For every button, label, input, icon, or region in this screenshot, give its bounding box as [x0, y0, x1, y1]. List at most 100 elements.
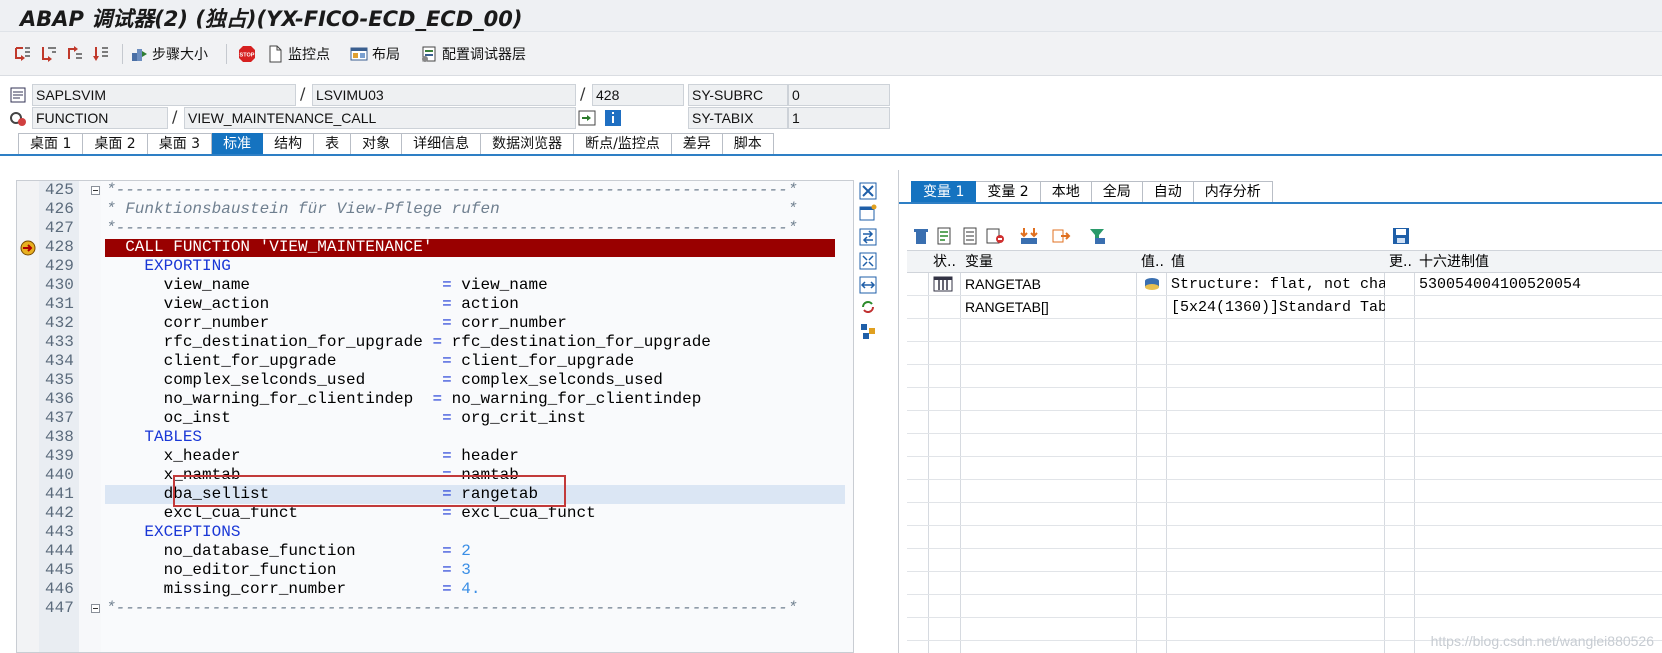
tab-main[interactable]: 断点/监控点 [574, 133, 672, 155]
step-into-button[interactable] [14, 41, 32, 67]
line-number: 446 [45, 580, 74, 598]
code-line[interactable]: 428 CALL FUNCTION 'VIEW_MAINTENANCE' [17, 238, 853, 257]
tab-main[interactable]: 标准 [212, 133, 264, 155]
layout-button[interactable]: 布局 [350, 41, 400, 67]
config-layers-button[interactable]: 配置调试器层 [420, 41, 526, 67]
variables-panel: 变量 1 变量 2 本地 全局 自动 内存分析 状.. 变量 值.. 值 更.. 十六进制… [898, 170, 1662, 653]
change-column-header[interactable]: 更.. [1385, 251, 1415, 273]
hex-column-header[interactable]: 十六进制值 [1415, 251, 1662, 273]
code-line[interactable]: 445 no_editor_function = 3 [17, 561, 853, 580]
settings-icon[interactable] [859, 322, 877, 340]
continue-button[interactable] [92, 41, 110, 67]
variable-column-header[interactable]: 变量 [961, 251, 1137, 273]
watchpoint-button[interactable]: 监控点 [266, 41, 330, 67]
value-column-header[interactable]: 值 [1167, 251, 1385, 273]
tab-main[interactable]: 结构 [263, 133, 315, 155]
code-line[interactable]: 425 *------------------------------------… [17, 181, 853, 200]
tab-variables[interactable]: 变量 1 [911, 181, 977, 203]
goto-source-icon[interactable] [578, 109, 596, 127]
filter-icon[interactable] [1087, 226, 1107, 246]
tab-variables[interactable]: 变量 2 [976, 181, 1041, 203]
code-line[interactable]: 437 oc_inst = org_crit_inst [17, 409, 853, 428]
line-number: 438 [45, 428, 74, 446]
details-icon[interactable] [961, 226, 981, 246]
tab-variables[interactable]: 全局 [1091, 181, 1143, 203]
config-layers-icon [420, 45, 438, 63]
tab-main[interactable]: 详细信息 [402, 133, 482, 155]
tab-main[interactable]: 表 [314, 133, 352, 155]
fold-toggle[interactable] [91, 186, 100, 195]
empty-row[interactable] [907, 549, 1662, 572]
delete-icon[interactable] [911, 226, 931, 246]
code-line[interactable]: 426 * Funktionsbaustein für View-Pflege r… [17, 200, 853, 219]
status-column-header[interactable]: 状.. [929, 251, 961, 273]
code-line[interactable]: 438 TABLES [17, 428, 853, 447]
close-pane-icon[interactable] [859, 182, 877, 200]
code-line[interactable]: 435 complex_selconds_used = complex_selc… [17, 371, 853, 390]
code-line[interactable]: 439 x_header = header [17, 447, 853, 466]
code-line[interactable]: 430 view_name = view_name [17, 276, 853, 295]
insert-icon[interactable] [935, 226, 955, 246]
maximize-icon[interactable] [859, 252, 877, 270]
empty-row[interactable] [907, 526, 1662, 549]
tab-main[interactable]: 对象 [351, 133, 403, 155]
fold-toggle[interactable] [91, 604, 100, 613]
empty-row[interactable] [907, 319, 1662, 342]
code-line[interactable]: 444 no_database_function = 2 [17, 542, 853, 561]
code-line[interactable]: 436 no_warning_for_clientindep = no_warn… [17, 390, 853, 409]
tab-main[interactable]: 桌面 2 [83, 133, 148, 155]
line-number: 441 [45, 485, 74, 503]
save-icon[interactable] [1391, 226, 1411, 246]
code-line[interactable]: 443 EXCEPTIONS [17, 523, 853, 542]
tab-main[interactable]: 差异 [671, 133, 723, 155]
step-return-button[interactable] [66, 41, 84, 67]
resize-horizontal-icon[interactable] [859, 276, 877, 294]
code-text: *---------------------------------------… [106, 599, 798, 617]
line-number: 428 [45, 238, 74, 256]
tab-main[interactable]: 桌面 1 [18, 133, 84, 155]
empty-row[interactable] [907, 480, 1662, 503]
code-text: no_editor_function = 3 [106, 561, 471, 579]
tab-main[interactable]: 数据浏览器 [481, 133, 575, 155]
code-text: EXPORTING [106, 257, 231, 275]
empty-row[interactable] [907, 595, 1662, 618]
code-line[interactable]: 432 corr_number = corr_number [17, 314, 853, 333]
source-editor[interactable]: 425 *------------------------------------… [16, 180, 854, 653]
tab-main[interactable]: 桌面 3 [147, 133, 213, 155]
code-line[interactable]: 433 rfc_destination_for_upgrade = rfc_de… [17, 333, 853, 352]
swap-pane-icon[interactable] [859, 228, 877, 246]
code-line[interactable]: 446 missing_corr_number = 4. [17, 580, 853, 599]
new-window-icon[interactable] [859, 204, 877, 222]
info-icon[interactable] [604, 109, 622, 127]
empty-row[interactable] [907, 434, 1662, 457]
code-line[interactable]: 447 *------------------------------------… [17, 599, 853, 618]
tab-variables[interactable]: 本地 [1040, 181, 1092, 203]
variables-grid[interactable]: 状.. 变量 值.. 值 更.. 十六进制值 RANGETAB Structur… [907, 250, 1662, 653]
code-line[interactable]: 429 EXPORTING [17, 257, 853, 276]
empty-row[interactable] [907, 572, 1662, 595]
code-line[interactable]: 427 *------------------------------------… [17, 219, 853, 238]
empty-row[interactable] [907, 503, 1662, 526]
value-short-column-header[interactable]: 值.. [1137, 251, 1167, 273]
export-icon[interactable] [1051, 226, 1071, 246]
stop-icon: STOP [238, 45, 256, 63]
step-over-button[interactable] [40, 41, 58, 67]
variable-value: [5x24(1360)]Standard Tab… [1171, 299, 1385, 316]
path-separator: / [580, 84, 586, 103]
tab-variables[interactable]: 内存分析 [1193, 181, 1273, 203]
empty-row[interactable] [907, 457, 1662, 480]
empty-row[interactable] [907, 411, 1662, 434]
step-size-button[interactable]: 步骤大小 [130, 41, 208, 67]
tab-variables[interactable]: 自动 [1142, 181, 1194, 203]
empty-row[interactable] [907, 388, 1662, 411]
empty-row[interactable] [907, 342, 1662, 365]
empty-row[interactable] [907, 365, 1662, 388]
tab-main[interactable]: 脚本 [722, 133, 774, 155]
change-value-icon[interactable] [1141, 276, 1163, 292]
refresh-icon[interactable] [859, 298, 877, 316]
remove-all-icon[interactable] [985, 226, 1005, 246]
code-line[interactable]: 434 client_for_upgrade = client_for_upgr… [17, 352, 853, 371]
code-line[interactable]: 431 view_action = action [17, 295, 853, 314]
expand-icon[interactable] [1019, 226, 1039, 246]
stop-button[interactable]: STOP [238, 41, 256, 67]
